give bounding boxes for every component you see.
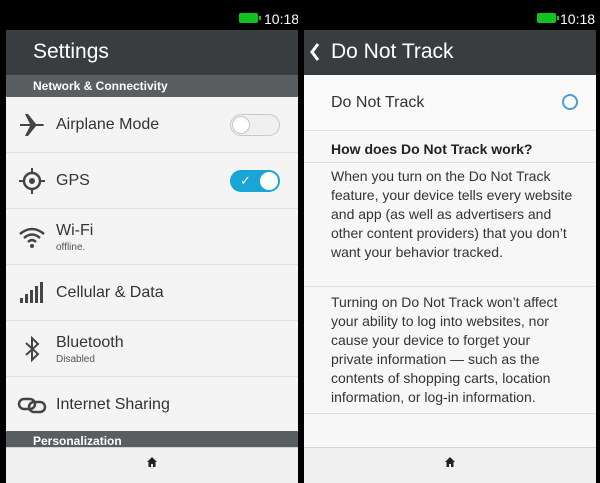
page-title: Settings: [33, 40, 109, 63]
section-header-network: Network & Connectivity: [6, 75, 298, 97]
dnt-paragraph-1: When you turn on the Do Not Track featur…: [331, 168, 573, 260]
airplane-mode-toggle[interactable]: [230, 114, 280, 136]
settings-header: Settings: [6, 30, 298, 75]
bottom-bar: [304, 447, 596, 483]
toggle-knob: [232, 116, 250, 134]
do-not-track-radio[interactable]: [562, 94, 578, 110]
settings-item-bluetooth[interactable]: Bluetooth Disabled: [6, 321, 298, 377]
settings-item-label: Internet Sharing: [56, 396, 170, 413]
settings-item-label: Wi-Fi: [56, 222, 94, 239]
status-bar: 10:18: [6, 0, 298, 30]
settings-item-label: Bluetooth: [56, 334, 124, 351]
settings-item-cellular-data[interactable]: Cellular & Data: [6, 265, 298, 321]
wifi-icon: [19, 227, 45, 248]
dnt-question-heading: How does Do Not Track work?: [331, 141, 533, 157]
battery-icon: [239, 13, 261, 23]
settings-item-label: GPS: [56, 172, 90, 189]
bottom-bar: [6, 447, 298, 483]
bluetooth-icon: [25, 335, 40, 363]
divider: [304, 286, 596, 287]
home-icon[interactable]: [146, 456, 158, 468]
page-title: Do Not Track: [331, 40, 454, 63]
dnt-header: Do Not Track: [304, 30, 596, 75]
check-icon: ✓: [240, 173, 251, 188]
divider: [304, 413, 596, 414]
settings-screen: 10:18 Settings Network & Connectivity Ai…: [6, 0, 298, 483]
settings-item-airplane-mode[interactable]: Airplane Mode: [6, 97, 298, 153]
home-icon[interactable]: [444, 456, 456, 468]
status-bar: 10:18: [304, 0, 596, 30]
settings-item-sub: Disabled: [56, 354, 95, 365]
back-icon[interactable]: [308, 41, 322, 63]
divider: [304, 162, 596, 163]
status-time: 10:18: [560, 11, 596, 27]
status-time: 10:18: [264, 11, 298, 27]
do-not-track-option[interactable]: Do Not Track: [304, 75, 596, 131]
settings-item-gps[interactable]: GPS ✓: [6, 153, 298, 209]
settings-item-sub: offline.: [56, 242, 86, 253]
gps-icon: [19, 168, 45, 194]
toggle-knob: [260, 172, 278, 190]
section-header-personalization: Personalization: [6, 431, 298, 447]
settings-item-internet-sharing[interactable]: Internet Sharing: [6, 377, 298, 433]
battery-icon: [537, 13, 559, 23]
signal-icon: [20, 282, 43, 303]
settings-item-label: Airplane Mode: [56, 116, 160, 133]
settings-item-wifi[interactable]: Wi-Fi offline.: [6, 209, 298, 265]
do-not-track-screen: 10:18 Do Not Track Do Not Track How does…: [304, 0, 596, 483]
gps-toggle[interactable]: ✓: [230, 170, 280, 192]
link-icon: [17, 397, 47, 414]
dnt-paragraph-2: Turning on Do Not Track won’t affect you…: [331, 294, 558, 405]
settings-list: Airplane Mode GPS ✓ Wi-Fi offline. Cellu…: [6, 97, 298, 433]
airplane-icon: [20, 114, 44, 136]
do-not-track-label: Do Not Track: [331, 94, 425, 111]
settings-item-label: Cellular & Data: [56, 284, 164, 301]
